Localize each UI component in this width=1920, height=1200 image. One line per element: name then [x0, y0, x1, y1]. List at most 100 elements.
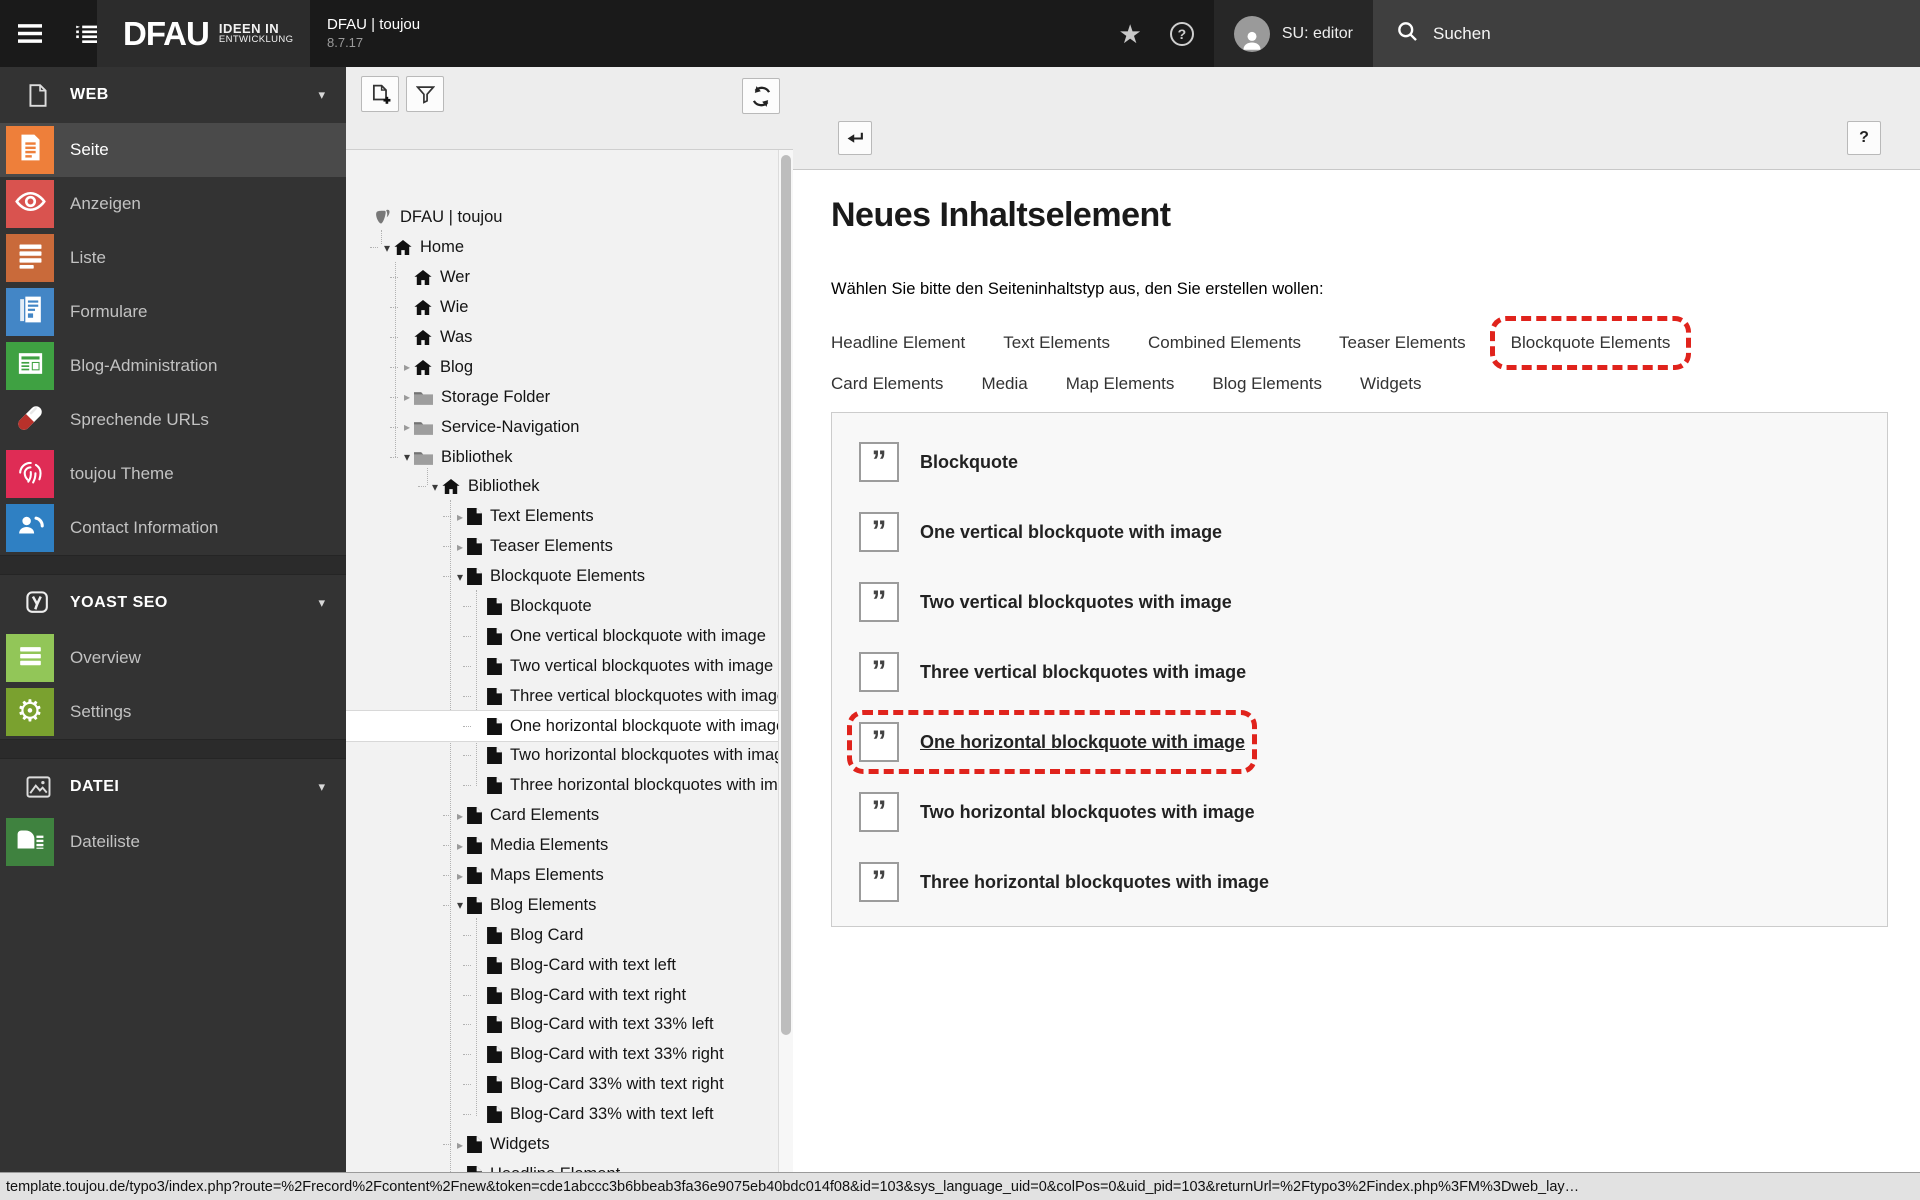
tree-node-dfau-toujou[interactable]: DFAU | toujou	[346, 203, 778, 233]
tree-toggle-closed-icon[interactable]: ▸	[400, 391, 414, 403]
user-menu[interactable]: SU: editor	[1213, 0, 1373, 67]
tree-node-one-horizontal-blockquote-with-image[interactable]: One horizontal blockquote with image	[346, 711, 778, 742]
tree-node-label: Blog-Card 33% with text left	[510, 1105, 714, 1124]
sidebar-item-toujou-theme[interactable]: toujou Theme	[0, 447, 346, 501]
tab-widgets[interactable]: Widgets	[1360, 374, 1421, 394]
tree-node-three-horizontal-blockquotes-with-image[interactable]: Three horizontal blockquotes with image	[346, 771, 778, 801]
tree-node-blog-card-33-with-text-right[interactable]: Blog-Card 33% with text right	[346, 1070, 778, 1100]
tree-toggle-closed-icon[interactable]: ▸	[453, 870, 467, 882]
tree-node-blockquote-elements[interactable]: ▾ Blockquote Elements	[346, 562, 778, 592]
tree-toggle-closed-icon[interactable]: ▸	[453, 541, 467, 553]
wizard-item-two-horizontal-blockquotes-with-image[interactable]: ” Two horizontal blockquotes with image	[859, 792, 1887, 862]
tree-node-wie[interactable]: Wie	[346, 293, 778, 323]
tab-map-elements[interactable]: Map Elements	[1066, 374, 1175, 394]
go-back-button[interactable]	[838, 121, 872, 155]
sidebar-item-sprechende-urls[interactable]: Sprechende URLs	[0, 393, 346, 447]
tree-toggle-open-icon[interactable]: ▾	[380, 242, 394, 254]
filter-button[interactable]	[406, 76, 444, 112]
tree-toggle-open-icon[interactable]: ▾	[453, 571, 467, 583]
refresh-tree-button[interactable]	[742, 78, 780, 114]
tree-toggle-open-icon[interactable]: ▾	[400, 451, 414, 463]
tree-toggle-closed-icon[interactable]: ▸	[453, 1139, 467, 1151]
tree-node-teaser-elements[interactable]: ▸ Teaser Elements	[346, 532, 778, 562]
tree-toggle-open-icon[interactable]: ▾	[453, 899, 467, 911]
csh-help-button[interactable]: ?	[1847, 121, 1881, 155]
new-page-button[interactable]	[361, 76, 399, 112]
tree-node-card-elements[interactable]: ▸ Card Elements	[346, 801, 778, 831]
tree-scrollbar-thumb[interactable]	[781, 155, 791, 1035]
tree-node-blog-elements[interactable]: ▾ Blog Elements	[346, 890, 778, 920]
tree-toggle-closed-icon[interactable]: ▸	[453, 511, 467, 523]
bookmark-star-icon[interactable]: ★	[1119, 21, 1142, 47]
menu-hamburger-icon[interactable]	[18, 24, 42, 43]
tab-blockquote-elements[interactable]: Blockquote Elements	[1489, 315, 1692, 370]
tree-node-one-vertical-blockquote-with-image[interactable]: One vertical blockquote with image	[346, 621, 778, 651]
sidebar-item-contact-information[interactable]: Contact Information	[0, 501, 346, 555]
sidebar-item-blog-administration[interactable]: Blog-Administration	[0, 339, 346, 393]
tab-text-elements[interactable]: Text Elements	[1003, 333, 1110, 353]
wizard-item-two-vertical-blockquotes-with-image[interactable]: ” Two vertical blockquotes with image	[859, 582, 1887, 652]
tree-toggle-closed-icon[interactable]: ▸	[453, 810, 467, 822]
sidebar-section-datei[interactable]: DATEI ▾	[0, 759, 346, 815]
tree-node-label: Two vertical blockquotes with image	[510, 656, 774, 675]
tree-node-blog-card-with-text-33-left[interactable]: Blog-Card with text 33% left	[346, 1010, 778, 1040]
bookmark-list-icon[interactable]	[76, 25, 98, 43]
tree-branch-line	[463, 994, 471, 996]
tree-node-blog-card-with-text-left[interactable]: Blog-Card with text left	[346, 950, 778, 980]
brand-logo[interactable]: DFAU IDEEN IN ENTWICKLUNG	[97, 0, 310, 67]
tree-branch-line	[370, 247, 378, 249]
tree-node-maps-elements[interactable]: ▸ Maps Elements	[346, 861, 778, 891]
sidebar-section-yoast-seo[interactable]: YOAST SEO ▾	[0, 575, 346, 631]
tree-node-blog-card[interactable]: Blog Card	[346, 920, 778, 950]
tree-toggle-closed-icon[interactable]: ▸	[400, 421, 414, 433]
tree-toggle-open-icon[interactable]: ▾	[428, 481, 442, 493]
sidebar-item-seite[interactable]: Seite	[0, 123, 346, 177]
tree-node-two-vertical-blockquotes-with-image[interactable]: Two vertical blockquotes with image	[346, 651, 778, 681]
sidebar-item-overview[interactable]: Overview	[0, 631, 346, 685]
tree-node-blog-card-with-text-right[interactable]: Blog-Card with text right	[346, 980, 778, 1010]
help-icon[interactable]: ?	[1169, 21, 1194, 46]
tab-card-elements[interactable]: Card Elements	[831, 374, 943, 394]
tab-blog-elements[interactable]: Blog Elements	[1212, 374, 1322, 394]
tree-node-blog-card-33-with-text-left[interactable]: Blog-Card 33% with text left	[346, 1100, 778, 1130]
tree-node-widgets[interactable]: ▸ Widgets	[346, 1130, 778, 1160]
sidebar-item-formulare[interactable]: Formulare	[0, 285, 346, 339]
tree-node-home[interactable]: ▾ Home	[346, 233, 778, 263]
tab-teaser-elements[interactable]: Teaser Elements	[1339, 333, 1466, 353]
tree-scrollbar[interactable]	[778, 150, 793, 1172]
tree-node-was[interactable]: Was	[346, 323, 778, 353]
toolbar-search[interactable]: Suchen	[1373, 0, 1920, 67]
tree-toggle-closed-icon[interactable]: ▸	[453, 840, 467, 852]
wizard-item-one-vertical-blockquote-with-image[interactable]: ” One vertical blockquote with image	[859, 512, 1887, 582]
sidebar-item-settings[interactable]: ⚙ Settings	[0, 685, 346, 739]
sidebar-item-dateiliste[interactable]: Dateiliste	[0, 815, 346, 869]
chevron-down-icon: ▾	[318, 595, 325, 610]
wizard-item-one-horizontal-blockquote-with-image[interactable]: ” One horizontal blockquote with image	[846, 710, 1887, 792]
tree-node-text-elements[interactable]: ▸ Text Elements	[346, 502, 778, 532]
tree-toggle-closed-icon[interactable]: ▸	[400, 361, 414, 373]
sidebar-section-web[interactable]: WEB ▾	[0, 67, 346, 123]
tab-media[interactable]: Media	[981, 374, 1027, 394]
tree-node-headline-element[interactable]: ▸Headline Element	[346, 1160, 778, 1172]
wizard-item-blockquote[interactable]: ” Blockquote	[859, 442, 1887, 512]
sidebar-item-liste[interactable]: Liste	[0, 231, 346, 285]
tree-node-blockquote[interactable]: Blockquote	[346, 592, 778, 622]
tree-node-media-elements[interactable]: ▸ Media Elements	[346, 831, 778, 861]
tree-node-bibliothek[interactable]: ▾ Bibliothek	[346, 442, 778, 472]
tree-branch-line	[463, 695, 471, 697]
sidebar-item-anzeigen[interactable]: Anzeigen	[0, 177, 346, 231]
tree-node-label: Blog-Card with text 33% right	[510, 1045, 724, 1064]
tree-node-two-horizontal-blockquotes-with-image[interactable]: Two horizontal blockquotes with image	[346, 741, 778, 771]
tree-node-bibliothek[interactable]: ▾ Bibliothek	[346, 472, 778, 502]
wizard-item-three-vertical-blockquotes-with-image[interactable]: ” Three vertical blockquotes with image	[859, 652, 1887, 722]
wizard-item-three-horizontal-blockquotes-with-image[interactable]: ” Three horizontal blockquotes with image	[859, 862, 1887, 932]
tree-node-wer[interactable]: Wer	[346, 263, 778, 293]
tree-node-blog[interactable]: ▸ Blog	[346, 352, 778, 382]
tree-branch-line	[463, 1054, 471, 1056]
tree-node-three-vertical-blockquotes-with-image[interactable]: Three vertical blockquotes with image	[346, 681, 778, 711]
tab-combined-elements[interactable]: Combined Elements	[1148, 333, 1301, 353]
tree-node-storage-folder[interactable]: ▸ Storage Folder	[346, 382, 778, 412]
tree-node-service-navigation[interactable]: ▸ Service-Navigation	[346, 412, 778, 442]
tree-node-blog-card-with-text-33-right[interactable]: Blog-Card with text 33% right	[346, 1040, 778, 1070]
tab-headline-element[interactable]: Headline Element	[831, 333, 965, 353]
